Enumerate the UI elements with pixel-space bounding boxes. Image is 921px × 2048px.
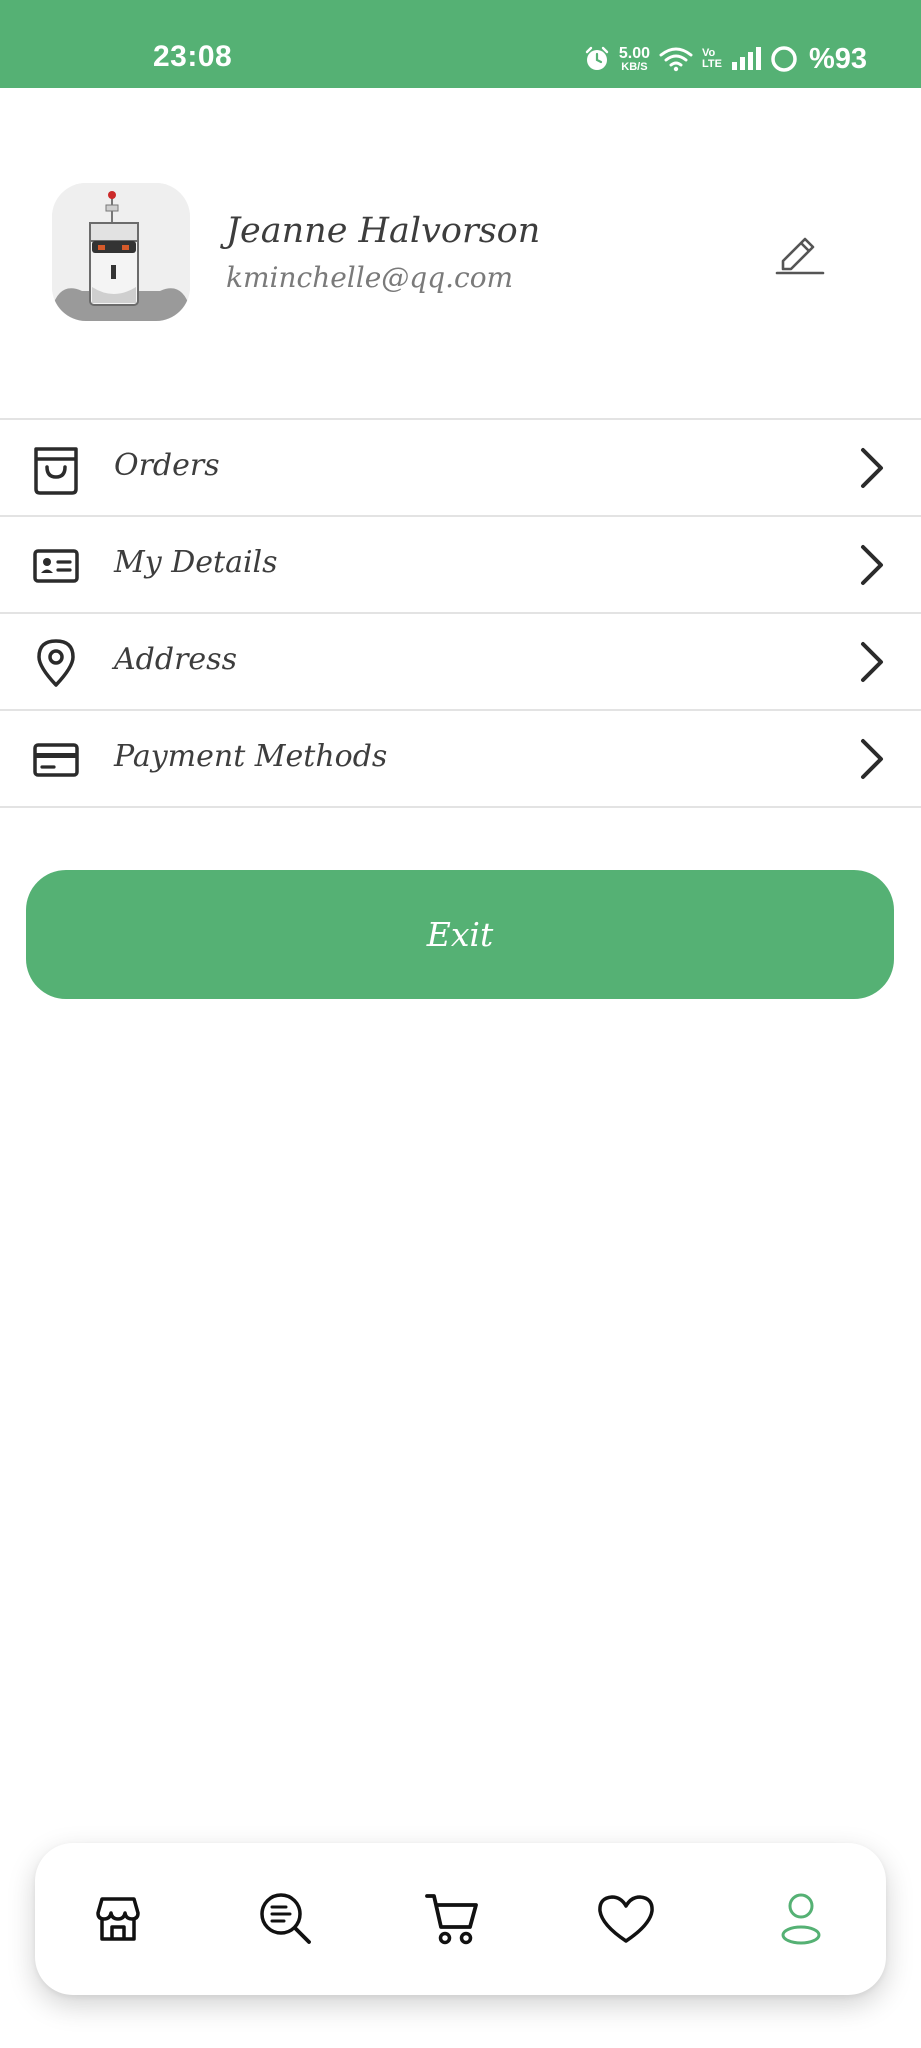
chevron-right-icon	[861, 642, 883, 682]
chevron-right-icon	[861, 545, 883, 585]
edit-profile-button[interactable]	[769, 221, 829, 281]
cart-icon	[425, 1894, 478, 1945]
account-menu: Orders My Details Address Payment Method…	[0, 418, 921, 808]
robot-avatar-icon	[52, 183, 190, 321]
volte-indicator: Vo LTE	[702, 48, 722, 70]
credit-card-icon	[30, 734, 82, 786]
id-card-icon	[30, 540, 82, 592]
profile-email: kminchelle@qq.com	[226, 261, 514, 294]
menu-item-my-details[interactable]: My Details	[0, 517, 921, 614]
volte-bottom: LTE	[701, 58, 722, 70]
wifi-icon	[659, 46, 693, 72]
storefront-icon	[96, 1897, 140, 1941]
menu-item-label: Address	[114, 642, 237, 677]
network-speed-value: 5.00	[618, 44, 650, 62]
nav-favourites[interactable]	[596, 1889, 656, 1949]
menu-item-payment-methods[interactable]: Payment Methods	[0, 711, 921, 808]
network-speed-unit: KB/S	[621, 60, 648, 73]
user-icon	[781, 1893, 821, 1945]
alarm-icon	[584, 46, 610, 72]
menu-item-label: Orders	[114, 448, 220, 483]
status-time: 23:08	[153, 40, 233, 73]
status-icons: 5.00 KB/S Vo LTE %93	[584, 42, 867, 76]
exit-button[interactable]: Exit	[26, 870, 894, 999]
chevron-right-icon	[861, 739, 883, 779]
nav-account[interactable]	[771, 1889, 831, 1949]
menu-item-address[interactable]: Address	[0, 614, 921, 711]
location-pin-icon	[30, 637, 82, 689]
shopping-bag-icon	[30, 443, 82, 495]
chevron-right-icon	[861, 448, 883, 488]
pencil-icon	[775, 237, 825, 275]
nav-cart[interactable]	[423, 1889, 483, 1949]
profile-header: Jeanne Halvorson kminchelle@qq.com	[52, 183, 872, 323]
battery-icon	[770, 45, 798, 73]
profile-name: Jeanne Halvorson	[226, 211, 541, 251]
menu-item-label: Payment Methods	[114, 739, 388, 774]
nav-shop[interactable]	[88, 1889, 148, 1949]
bottom-navigation	[35, 1843, 886, 1995]
search-list-icon	[260, 1893, 311, 1944]
network-speed: 5.00 KB/S	[618, 44, 650, 73]
avatar[interactable]	[52, 183, 190, 321]
nav-explore[interactable]	[256, 1889, 316, 1949]
battery-percentage: %93	[808, 42, 867, 75]
menu-item-orders[interactable]: Orders	[0, 420, 921, 517]
status-bar: 23:08 5.00 KB/S Vo LTE %93	[0, 0, 921, 88]
menu-item-label: My Details	[114, 545, 278, 580]
heart-icon	[598, 1895, 654, 1943]
signal-icon	[731, 47, 761, 71]
